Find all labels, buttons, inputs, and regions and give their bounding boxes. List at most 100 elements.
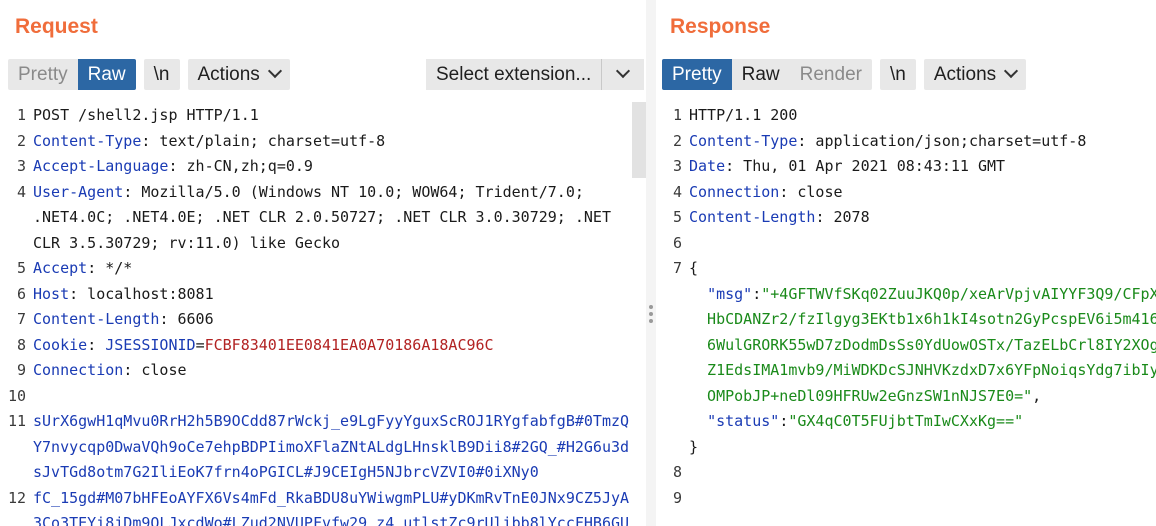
code-token: Cookie [33,335,88,354]
code-token: : */* [87,259,133,277]
line-number: 11 [7,412,26,430]
raw-button[interactable]: Raw [77,59,136,90]
code-token: : Thu, 01 Apr 2021 08:43:11 GMT [725,157,1006,175]
code-token: "+4GFTWVfSKq02ZuuJKQ0p/xeArVpjvAIYYF3Q9/… [761,284,1156,303]
code-line: Accept-Language: zh-CN,zh;q=0.9 [33,157,313,175]
code-line: Content-Length: 2078 [689,208,870,226]
line-number: 1 [672,106,682,124]
splitter-grip-dot [649,312,653,316]
actions-group: Actions [923,59,1027,90]
line-number: 9 [16,361,26,379]
line-number: 5 [672,208,682,226]
actions-label: Actions [197,64,260,85]
response-toolbar: Pretty Raw Render \n Actions [662,59,1027,90]
code-token: Content-Type [689,131,798,150]
chevron-down-icon [616,63,631,78]
code-line: HbCDANZr2/fzIlgyg3EKtb1x6h1kI4sotn2GyPcs… [689,310,1156,328]
code-token: Z1EdsIMA1mvb9/MiWDKDcSJNHVKzdxD7x6YFpNoi… [689,361,1156,379]
code-line: Y7nvycqp0DwaVQh9oCe7ehpBDPIimoXFlaZNtALd… [33,438,629,456]
pane-splitter[interactable] [646,0,656,526]
request-scrollbar-thumb[interactable] [632,102,646,178]
code-line: Date: Thu, 01 Apr 2021 08:43:11 GMT [689,157,1005,175]
code-line: Content-Length: 6606 [33,310,214,328]
code-token: OMPobJP+neDl09HFRUw2eGnzSW1nNJS7E0=" [689,386,1033,405]
extension-select[interactable]: Select extension... [426,59,645,90]
raw-button[interactable]: Raw [732,59,790,90]
pretty-button[interactable]: Pretty [662,59,732,90]
line-number: 6 [16,284,26,303]
code-token: fC_15gd#M07bHFEoAYFX6Vs4mFd_RkaBDU8uYWiw… [33,488,630,507]
code-token: "GX4qC0T5FUjbtTmIwCXxKg==" [788,412,1024,430]
request-view-toggle: Pretty Raw [8,59,136,90]
code-line: Connection: close [689,183,843,201]
code-line: { [689,259,698,277]
line-number: 4 [672,182,682,201]
request-title: Request [15,15,98,38]
code-token: 3Co3TEYi8jDm9OLJxcdWo#LZud2NVUPFvfw29_z4… [33,514,630,526]
extension-select-box: Select extension... [426,59,645,90]
code-token: Accept [33,259,88,277]
code-token: : [87,335,106,354]
code-token: Date [689,157,726,175]
code-token: : zh-CN,zh;q=0.9 [168,157,313,175]
newline-toggle-button[interactable]: \n [880,59,916,90]
line-number: 3 [672,157,682,175]
code-token: Content-Length [33,310,160,328]
code-token: Host [33,284,70,303]
line-number: 12 [7,488,26,507]
code-token: : close [123,361,187,379]
code-token: Connection [689,182,780,201]
line-number: 1 [16,106,26,124]
code-line: fC_15gd#M07bHFEoAYFX6Vs4mFd_RkaBDU8uYWiw… [33,489,629,507]
chevron-down-icon [1004,63,1019,79]
line-number: 7 [16,310,26,328]
response-pane: Response Pretty Raw Render \n Actions 1H… [656,0,1156,526]
actions-label: Actions [933,64,997,85]
code-line: CLR 3.5.30729; rv:11.0) like Gecko [33,234,340,252]
chevron-down-icon [267,63,282,79]
actions-button[interactable]: Actions [924,59,1026,90]
code-token: sJvTGd8otm7G2IliEoK7frn4oPGICL#J9CEIgH5N… [33,463,539,481]
line-number: 2 [16,131,26,150]
code-line: Accept: */* [33,259,132,277]
code-token: : localhost:8081 [69,284,214,303]
code-line: Host: localhost:8081 [33,285,214,303]
pretty-button[interactable]: Pretty [8,59,78,90]
extension-dropdown-toggle[interactable] [602,63,644,80]
code-token: } [689,437,699,456]
code-line: .NET4.0C; .NET4.0E; .NET CLR 2.0.50727; … [33,208,611,226]
code-token: HbCDANZr2/fzIlgyg3EKtb1x6h1kI4sotn2GyPcs… [689,310,1156,328]
extension-select-value: Select extension... [436,64,592,85]
code-token: : application/json;charset=utf-8 [797,131,1087,150]
code-token: JSESSIONID [105,335,196,354]
actions-button[interactable]: Actions [188,59,290,90]
code-line: Z1EdsIMA1mvb9/MiWDKDcSJNHVKzdxD7x6YFpNoi… [689,361,1156,379]
newline-toggle-button[interactable]: \n [144,59,180,90]
code-token: User-Agent [33,182,124,201]
newline-toggle-group: \n [143,59,180,90]
line-number: 7 [672,259,682,277]
splitter-grip-dot [649,319,653,323]
newline-toggle-group: \n [879,59,916,90]
code-token: , [1032,386,1042,405]
code-token: FCBF83401EE0841EA0A70186A18AC96C [204,335,494,354]
response-view-toggle: Pretty Raw Render [662,59,872,90]
code-token: Connection [33,361,124,379]
code-token: : Mozilla/5.0 (Windows NT 10.0; WOW64; T… [123,182,584,201]
code-token: POST /shell2.jsp HTTP/1.1 [33,106,259,124]
request-pane: Request Pretty Raw \n Actions Select ext… [0,0,646,526]
code-token: CLR 3.5.30729; rv:11.0) like Gecko [33,233,341,252]
code-line: Cookie: JSESSIONID=FCBF83401EE0841EA0A70… [33,336,494,354]
code-token: .NET4.0C; .NET4.0E; .NET CLR 2.0.50727; … [33,208,611,226]
code-line: Content-Type: application/json;charset=u… [689,132,1086,150]
code-token: 6WulGRORK55wD7zDodmDsSs0YdUowOSTx/TazELb… [689,335,1156,354]
code-line: 6WulGRORK55wD7zDodmDsSs0YdUowOSTx/TazELb… [689,336,1156,354]
render-button[interactable]: Render [790,59,872,90]
code-line: OMPobJP+neDl09HFRUw2eGnzSW1nNJS7E0=", [689,387,1041,405]
code-token: Content-Type [33,131,142,150]
code-token: : close [779,182,843,201]
line-number: 2 [672,131,682,150]
splitter-grip-dot [649,305,653,309]
code-token: = [195,335,205,354]
